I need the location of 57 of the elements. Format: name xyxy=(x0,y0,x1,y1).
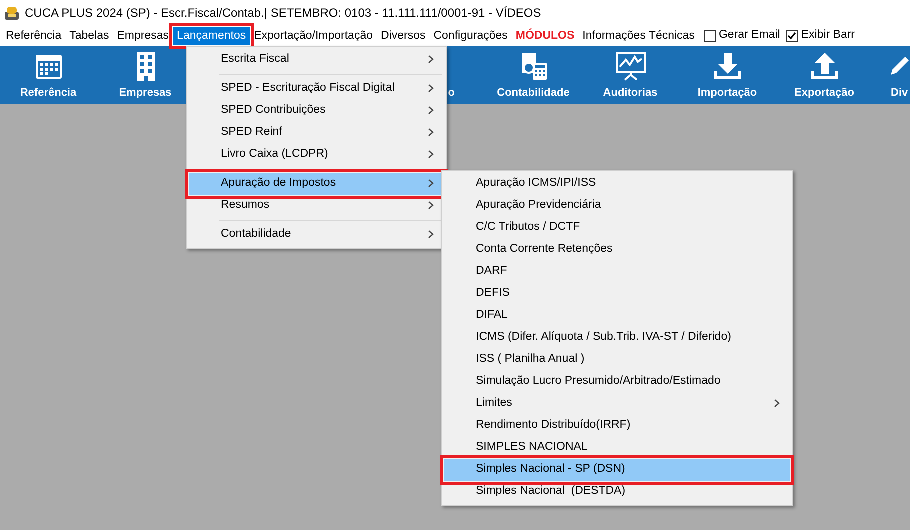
chevron-right-icon xyxy=(428,200,434,210)
chevron-right-icon xyxy=(428,106,434,115)
menu-item[interactable]: Apuração ICMS/IPI/ISS xyxy=(444,173,790,195)
toolbar-button[interactable]: Importação xyxy=(679,46,776,104)
chevron-right-icon xyxy=(428,84,434,93)
menu-item[interactable]: SPED - Escrituração Fiscal Digital xyxy=(189,78,444,100)
menu-item[interactable]: Limites xyxy=(444,393,790,415)
app-logo-icon xyxy=(4,5,20,21)
menu-item[interactable]: Simulação Lucro Presumido/Arbitrado/Estimado xyxy=(444,371,790,393)
chevron-right-icon xyxy=(428,54,434,64)
menu-item[interactable]: Rendimento Distribuído(IRRF) xyxy=(444,415,790,437)
menu-item[interactable]: Diversos xyxy=(377,27,430,45)
menu-item[interactable]: Tabelas xyxy=(66,27,114,45)
menu-item[interactable]: ICMS (Difer. Alíquota / Sub.Trib. IVA-ST / Diferido) xyxy=(444,327,790,349)
menu-item[interactable]: Referência xyxy=(2,27,66,45)
menu-item[interactable]: MÓDULOS xyxy=(512,27,579,45)
menu-item[interactable]: DEFIS xyxy=(444,283,790,305)
menu-item[interactable]: Livro Caixa (LCDPR) xyxy=(189,144,444,166)
menu-item[interactable]: Apuração de Impostos xyxy=(189,173,444,195)
menu-item[interactable]: DARF xyxy=(444,261,790,283)
menu-item[interactable]: Informações Técnicas xyxy=(578,27,699,45)
menu-item[interactable]: Simples Nacional (DESTDA) xyxy=(444,481,790,503)
toolbar-button[interactable]: Auditorias xyxy=(582,46,679,104)
chevron-right-icon xyxy=(428,128,434,137)
upload-icon xyxy=(810,50,840,80)
menu-item[interactable]: Empresas xyxy=(113,27,174,45)
toolbar-button[interactable]: Contabilidade xyxy=(485,46,582,104)
checkmark-icon xyxy=(787,31,798,41)
menu-item[interactable]: Contabilidade xyxy=(189,224,444,246)
presentation-chart-icon xyxy=(614,50,646,80)
menu-item[interactable]: DIFAL xyxy=(444,305,790,327)
menu-item[interactable]: SPED Contribuições xyxy=(189,100,444,122)
pen-icon xyxy=(891,56,909,74)
menu-item[interactable]: C/C Tributos / DCTF xyxy=(444,217,790,239)
download-icon xyxy=(712,50,742,80)
toolbar-button[interactable]: Exportação xyxy=(776,46,873,104)
menu-item[interactable]: Apuração Previdenciária xyxy=(444,195,790,217)
menu-item[interactable]: SPED Reinf xyxy=(189,122,444,144)
menu-item[interactable]: Lançamentos xyxy=(173,27,250,45)
menu-item[interactable]: Simples Nacional - SP (DSN) xyxy=(444,459,790,481)
window-title: CUCA PLUS 2024 (SP) - Escr.Fiscal/Contab.| SETEMBRO: 0103 - 11.111.111/0001-91 - VÍDEOS xyxy=(25,5,542,22)
menu-item[interactable]: Configurações xyxy=(430,27,512,45)
menu-item[interactable]: Escrita Fiscal xyxy=(189,49,444,71)
checkbox[interactable]: Gerar Email xyxy=(702,27,782,45)
menu-item[interactable]: Exportação/Importação xyxy=(250,27,377,45)
menu-item[interactable]: SIMPLES NACIONAL xyxy=(444,437,790,459)
toolbar-label: o xyxy=(448,86,455,100)
toolbar-button[interactable]: Div xyxy=(873,46,910,104)
chevron-right-icon xyxy=(428,150,434,159)
menu-item[interactable]: Resumos xyxy=(189,195,444,217)
menu-item[interactable]: Conta Corrente Retenções xyxy=(444,239,790,261)
chevron-right-icon xyxy=(428,230,434,239)
menu-item[interactable]: ISS ( Planilha Anual ) xyxy=(444,349,790,371)
toolbar-button[interactable]: Referência xyxy=(0,46,97,104)
checkbox[interactable]: Exibir Barr xyxy=(785,27,856,45)
chevron-right-icon xyxy=(774,398,780,408)
chevron-right-icon xyxy=(428,178,434,188)
